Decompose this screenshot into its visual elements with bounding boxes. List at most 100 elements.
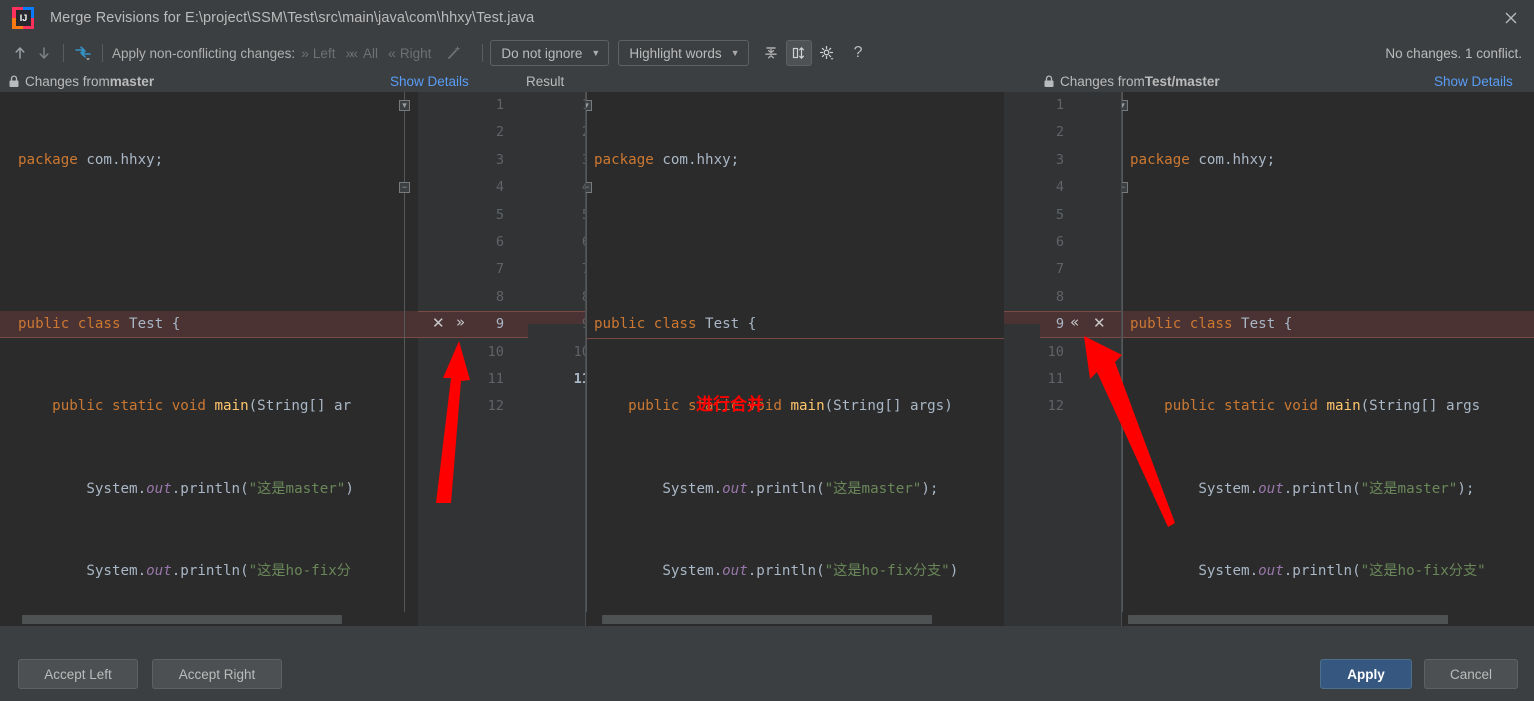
help-icon[interactable]: ? — [854, 44, 863, 62]
right-fold-bar — [1122, 92, 1123, 626]
right-code-content: package com.hhxy; public class Test { pu… — [1122, 92, 1534, 626]
right-horizontal-scrollbar[interactable] — [1122, 612, 1534, 626]
code-line: public static void main(String[] args) — [594, 393, 1004, 420]
line-number: 6 — [1004, 229, 1064, 256]
apply-all-button[interactable]: »« All — [345, 45, 378, 61]
line-number: 5 — [1004, 202, 1064, 229]
fold-marker-expand-icon[interactable]: − — [586, 182, 592, 193]
line-number: 1 — [504, 92, 586, 119]
left-pane-branch: master — [110, 74, 154, 89]
chevron-down-icon: ▼ — [731, 48, 740, 58]
line-number: 2 — [418, 119, 504, 146]
line-number: 4 — [504, 174, 586, 201]
logo-text: IJ — [16, 10, 31, 26]
line-number: 1 — [418, 92, 504, 119]
left-horizontal-scrollbar[interactable] — [0, 612, 418, 626]
line-number: 3 — [1004, 147, 1064, 174]
line-number: 12 — [1004, 393, 1064, 420]
line-number: 2 — [504, 119, 586, 146]
apply-button[interactable]: Apply — [1320, 659, 1412, 689]
line-number: 8 — [504, 284, 586, 311]
collapse-unchanged-icon[interactable] — [758, 40, 784, 66]
code-line: public class Test { — [18, 311, 418, 338]
whitespace-toggle-icon[interactable] — [786, 40, 812, 66]
left-show-details-link[interactable]: Show Details — [390, 70, 469, 92]
right-show-details-link[interactable]: Show Details — [1434, 70, 1513, 92]
gear-icon[interactable] — [814, 40, 840, 66]
line-number: 8 — [418, 284, 504, 311]
left-pane-title-prefix: Changes from — [25, 74, 110, 89]
scrollbar-thumb[interactable] — [22, 615, 342, 624]
result-horizontal-scrollbar[interactable] — [586, 612, 1004, 626]
code-line: public static void main(String[] ar — [18, 393, 418, 420]
left-merge-gutter[interactable]: 1 2 3 4 5 6 7 8 9 10 11 12 1 2 3 4 5 6 7 — [418, 92, 586, 626]
toolbar-divider-3 — [482, 44, 483, 62]
fold-marker-expand-icon[interactable]: − — [399, 182, 410, 193]
lock-icon — [1043, 75, 1055, 88]
next-difference-button[interactable] — [32, 41, 56, 65]
code-line: package com.hhxy; — [1130, 147, 1534, 174]
fold-marker-expand-icon[interactable]: − — [1122, 182, 1128, 193]
right-merge-gutter[interactable]: 1 2 3 4 5 6 7 8 9 10 11 12 « ✕ — [1004, 92, 1122, 626]
apply-right-label: Right — [400, 46, 432, 61]
reject-x-icon[interactable]: ✕ — [432, 316, 445, 331]
code-line: System.out.println("这是ho-fix分支" — [1130, 558, 1534, 585]
line-number: 10 — [504, 339, 586, 366]
fold-marker-collapse-icon[interactable]: ▾ — [586, 100, 592, 111]
pane-headers: Changes from master Show Details Result … — [0, 70, 1534, 92]
toolbar-divider-2 — [102, 44, 103, 62]
result-editor-pane[interactable]: package com.hhxy; public class Test { pu… — [586, 92, 1004, 626]
ignore-policy-dropdown[interactable]: Do not ignore ▼ — [490, 40, 609, 66]
code-line: public class Test { — [594, 311, 1004, 338]
magic-wand-icon[interactable] — [441, 41, 465, 65]
title-bar: IJ Merge Revisions for E:\project\SSM\Te… — [0, 0, 1534, 36]
chevron-double-left-icon: « — [388, 45, 396, 61]
scrollbar-thumb[interactable] — [1128, 615, 1448, 624]
line-number: 4 — [1004, 174, 1064, 201]
highlight-policy-dropdown[interactable]: Highlight words ▼ — [618, 40, 748, 66]
cancel-button[interactable]: Cancel — [1424, 659, 1518, 689]
code-line — [594, 229, 1004, 256]
left-code-content: package com.hhxy; public class Test { pu… — [0, 92, 418, 626]
code-line: System.out.println("这是master"); — [594, 476, 1004, 503]
right-pane-title-prefix: Changes from — [1060, 74, 1145, 89]
line-number: 9 — [1004, 311, 1064, 338]
apply-left-button[interactable]: » Left — [301, 45, 335, 61]
accept-left-button[interactable]: Accept Left — [18, 659, 138, 689]
reject-x-icon[interactable]: ✕ — [1093, 316, 1106, 331]
dialog-button-bar: Accept Left Accept Right Apply Cancel — [0, 649, 1534, 701]
line-number: 11 — [1004, 366, 1064, 393]
apply-left-label: Left — [313, 46, 336, 61]
fold-marker-collapse-icon[interactable]: ▾ — [1122, 100, 1128, 111]
intellij-logo-icon: IJ — [12, 7, 34, 29]
code-line: public static void main(String[] args — [1130, 393, 1534, 420]
right-source-line-numbers: 1 2 3 4 5 6 7 8 9 10 11 12 — [1004, 92, 1064, 421]
right-editor-pane[interactable]: package com.hhxy; public class Test { pu… — [1122, 92, 1534, 626]
chevron-double-right-icon: » — [301, 45, 309, 61]
apply-right-button[interactable]: « Right — [388, 45, 431, 61]
fold-marker-collapse-icon[interactable]: ▾ — [399, 100, 410, 111]
line-number: 11 — [504, 366, 586, 393]
chevron-down-icon: ▼ — [591, 48, 600, 58]
line-number: 7 — [504, 256, 586, 283]
apply-non-conflicting-icon[interactable] — [71, 41, 95, 65]
scrollbar-thumb[interactable] — [602, 615, 932, 624]
code-line: System.out.println("这是ho-fix分 — [18, 558, 418, 585]
merge-annotation-note: 进行合并 — [696, 390, 764, 415]
left-fold-bar — [404, 92, 405, 626]
merge-revisions-window: IJ Merge Revisions for E:\project\SSM\Te… — [0, 0, 1534, 701]
apply-all-label: All — [363, 46, 378, 61]
accept-right-button[interactable]: Accept Right — [152, 659, 282, 689]
previous-difference-button[interactable] — [8, 41, 32, 65]
close-icon[interactable] — [1488, 0, 1534, 36]
line-number: 4 — [418, 174, 504, 201]
result-pane-title: Result — [526, 70, 564, 92]
accept-left-chevron-icon[interactable]: « — [1070, 315, 1079, 330]
line-number: 10 — [1004, 339, 1064, 366]
left-editor-pane[interactable]: package com.hhxy; public class Test { pu… — [0, 92, 418, 626]
right-pane-title: Changes from Test/master — [1043, 70, 1220, 92]
code-line — [18, 229, 418, 256]
line-number: 8 — [1004, 284, 1064, 311]
right-pane-branch: Test/master — [1145, 74, 1220, 89]
accept-right-chevron-icon[interactable]: » — [456, 315, 465, 330]
